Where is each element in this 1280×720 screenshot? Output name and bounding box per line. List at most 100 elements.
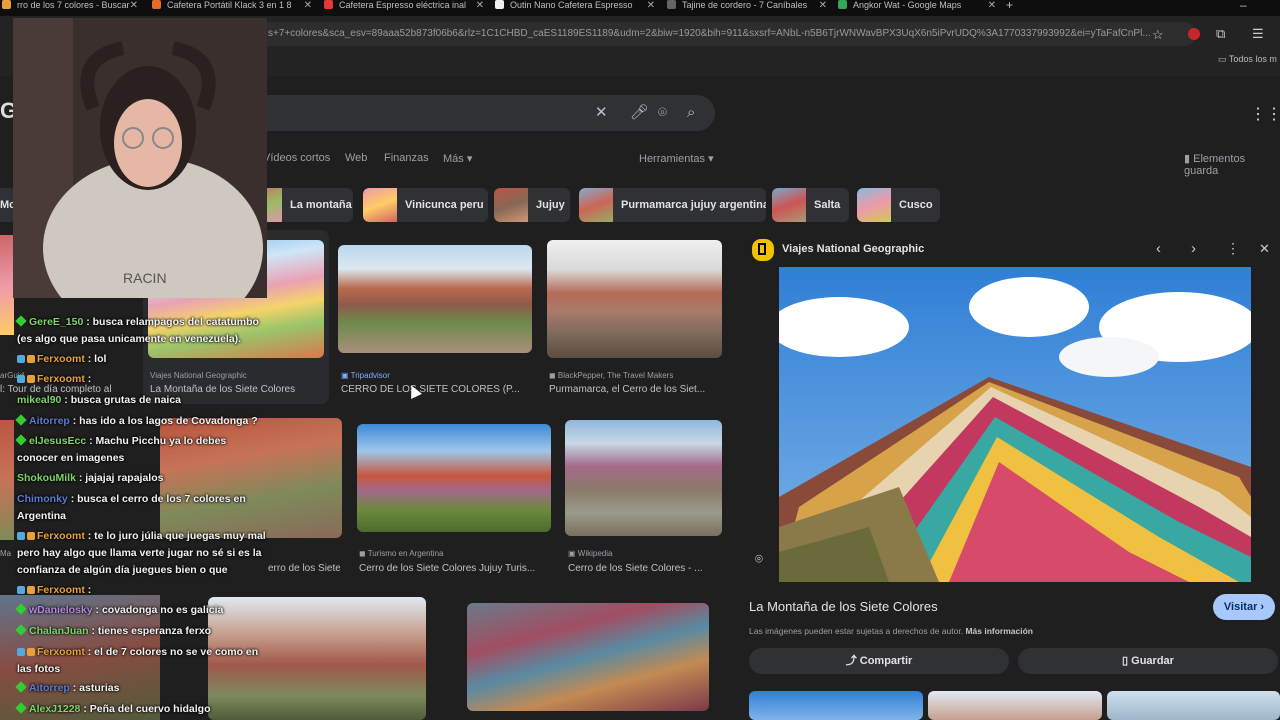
chat-message: ChalanJuan : tienes esperanza ferxo: [15, 623, 267, 640]
mic-icon[interactable]: 🎤︎: [630, 95, 649, 131]
result-caption[interactable]: CERRO DE LOS SIETE COLORES (P...: [341, 384, 531, 395]
browser-tab[interactable]: Tajine de cordero - 7 Caníbales ✕: [667, 0, 827, 16]
result-source: ◼ Turismo en Argentina: [359, 549, 444, 558]
nav-short-videos[interactable]: Vídeos cortos: [263, 152, 330, 164]
panel-title[interactable]: La Montaña de los Siete Colores: [749, 599, 938, 614]
chip-thumbnail: [579, 188, 613, 222]
chip-thumbnail: [494, 188, 528, 222]
close-tab-icon[interactable]: ✕: [304, 0, 312, 11]
badge-icon: [15, 702, 27, 714]
result-caption[interactable]: Cerro de los Siete Colores Jujuy Turis..…: [359, 563, 551, 574]
badge-icon: [15, 603, 27, 615]
apps-grid-icon[interactable]: ⋮⋮: [1250, 104, 1280, 124]
chat-message: Ferxoomt : lol: [17, 351, 267, 368]
chip[interactable]: Cusco: [857, 188, 940, 222]
badge-icon: [27, 375, 35, 383]
chat-message: Aitorrep : has ido a los lagos de Covado…: [15, 413, 267, 430]
extension-icon[interactable]: [1188, 28, 1200, 40]
new-tab-button[interactable]: +: [1006, 0, 1018, 16]
browser-tab[interactable]: Outin Nano Cafetera Espresso ✕: [495, 0, 655, 16]
result-image[interactable]: [547, 240, 722, 358]
save-button[interactable]: ▯ Guardar: [1018, 648, 1278, 674]
share-button[interactable]: ⤴ Compartir: [749, 648, 1009, 674]
menu-icon[interactable]: ☰: [1252, 26, 1264, 42]
favicon-icon: [667, 0, 676, 9]
tab-title: Tajine de cordero - 7 Caníbales: [682, 0, 808, 10]
result-caption[interactable]: Purmamarca, el Cerro de los Siet...: [549, 384, 721, 395]
chat-text: : asturias: [72, 682, 120, 694]
browser-tab[interactable]: Angkor Wat - Google Maps ✕: [838, 0, 996, 16]
result-image[interactable]: [338, 245, 532, 353]
favicon-icon: [495, 0, 504, 9]
badge-icon: [17, 532, 25, 540]
badge-icon: [15, 624, 27, 636]
chat-message: mikeal90 : busca grutas de naica: [17, 392, 267, 409]
nav-web[interactable]: Web: [345, 152, 367, 164]
badge-icon: [27, 532, 35, 540]
lens-search-icon[interactable]: ⌾: [755, 551, 763, 567]
result-source-label: BlackPepper, The Travel Makers: [557, 371, 674, 380]
saved-items-link[interactable]: ▮ Elementos guarda: [1184, 152, 1280, 177]
browser-tab[interactable]: Cafetera Portátil Klack 3 en 1 8 ✕: [152, 0, 312, 16]
more-info-link[interactable]: Más información: [965, 626, 1033, 636]
chat-user: ChalanJuan: [29, 625, 89, 637]
address-bar[interactable]: s+7+colores&sca_esv=89aaa52b873f06b6&rlz…: [256, 22, 1196, 46]
close-tab-icon[interactable]: ✕: [130, 0, 138, 11]
close-tab-icon[interactable]: ✕: [476, 0, 484, 11]
chip-label: La montaña: [290, 199, 352, 211]
chat-user: Aitorrep: [29, 682, 70, 694]
chip-label: Jujuy: [536, 199, 565, 211]
close-tab-icon[interactable]: ✕: [988, 0, 996, 11]
visit-button[interactable]: Visitar ›: [1213, 594, 1275, 620]
puzzle-icon[interactable]: ⧉: [1216, 26, 1225, 42]
bookmark-folder[interactable]: ▭ Todos los m: [1218, 54, 1277, 65]
clear-icon[interactable]: ✕: [595, 95, 608, 131]
chat-text: : jajajaj rapajalos: [78, 472, 164, 484]
chip[interactable]: Vinicunca peru: [363, 188, 488, 222]
chip-label: Cusco: [899, 199, 933, 211]
related-image[interactable]: [749, 691, 923, 720]
panel-source[interactable]: Viajes National Geographic: [782, 243, 924, 255]
browser-tab[interactable]: rro de los 7 colores - Buscar ✕: [2, 0, 138, 16]
partial-source: Ma: [0, 549, 12, 558]
favicon-icon: [152, 0, 161, 9]
related-image[interactable]: [1107, 691, 1280, 720]
chip[interactable]: Purmamarca jujuy argentina: [579, 188, 766, 222]
chat-text: : has ido a los lagos de Covadonga ?: [72, 415, 258, 427]
chat-text: : tienes esperanza ferxo: [91, 625, 212, 637]
related-image[interactable]: [928, 691, 1102, 720]
tools-button[interactable]: Herramientas ▾: [639, 152, 714, 165]
result-image[interactable]: [467, 603, 709, 711]
result-caption[interactable]: erro de los Siete ...: [268, 563, 340, 574]
result-caption[interactable]: Cerro de los Siete Colores - ...: [568, 563, 720, 574]
chat-message: wDanielosky : covadonga no es galicia: [15, 602, 267, 619]
nav-finance[interactable]: Finanzas: [384, 152, 429, 164]
close-tab-icon[interactable]: ✕: [819, 0, 827, 11]
result-image[interactable]: [565, 420, 722, 536]
browser-tab[interactable]: Cafetera Espresso eléctrica inal ✕: [324, 0, 484, 16]
search-icon[interactable]: ⌕: [687, 95, 695, 131]
chat-user: wDanielosky: [29, 604, 93, 616]
lens-icon[interactable]: ⌾: [658, 95, 667, 131]
chip[interactable]: Jujuy: [494, 188, 570, 222]
chat-text: :: [87, 373, 92, 385]
preview-image[interactable]: [769, 267, 1259, 582]
chat-message: Ferxoomt :: [17, 582, 267, 599]
next-icon[interactable]: ›: [1191, 240, 1196, 257]
close-tab-icon[interactable]: ✕: [647, 0, 655, 11]
minimize-icon[interactable]: –: [1240, 0, 1252, 16]
chat-text: : covadonga no es galicia: [95, 604, 224, 616]
close-icon[interactable]: ✕: [1259, 241, 1270, 257]
tab-bar: rro de los 7 colores - Buscar ✕ Cafetera …: [0, 0, 1280, 16]
chip[interactable]: Salta: [772, 188, 849, 222]
more-options-icon[interactable]: ⋮: [1226, 240, 1240, 257]
result-image[interactable]: [357, 424, 551, 532]
previous-icon[interactable]: ‹: [1156, 240, 1161, 257]
chat-text: :: [87, 584, 92, 596]
chat-message: Ferxoomt : te lo juro júlia que juegas m…: [17, 528, 267, 579]
badge-icon: [17, 586, 25, 594]
nav-more[interactable]: Más ▾: [443, 152, 472, 165]
badge-icon: [15, 414, 27, 426]
tab-title: Outin Nano Cafetera Espresso: [510, 0, 633, 10]
star-icon[interactable]: ☆: [1152, 27, 1164, 43]
